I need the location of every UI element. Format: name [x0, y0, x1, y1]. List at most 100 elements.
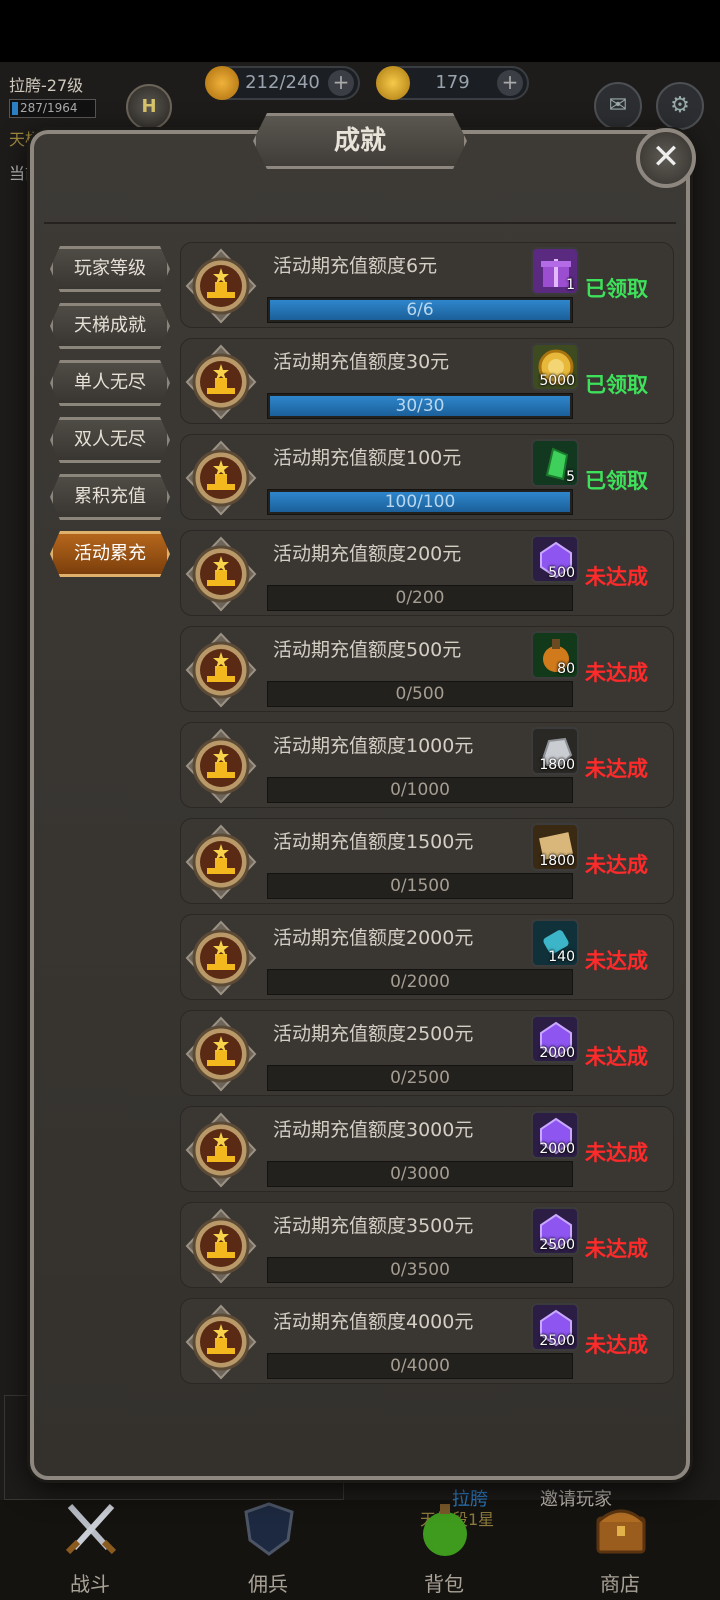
achievement-title: 活动期充值额度6元 [273, 255, 438, 277]
achievement-row: 活动期充值额度100元 100/100 5 已领取 [180, 434, 674, 520]
shield-icon [244, 1502, 294, 1556]
achievement-title: 活动期充值额度1500元 [273, 831, 474, 853]
not-achieved-status: 未达成 [585, 1045, 648, 1069]
progress-text: 0/3500 [390, 1260, 450, 1280]
category-tab-4[interactable]: 累积充值 [50, 474, 170, 520]
rank-badge[interactable]: H [126, 84, 172, 130]
treasure-chest-icon [596, 1509, 646, 1554]
not-achieved-status: 未达成 [585, 853, 648, 877]
purple-gem-icon[interactable]: 2500 [531, 1303, 579, 1351]
trophy-medal-icon [185, 728, 257, 804]
potion-icon[interactable]: 80 [531, 631, 579, 679]
category-tab-2[interactable]: 单人无尽 [50, 360, 170, 406]
reward-count: 1800 [539, 853, 575, 869]
reward-count: 5000 [539, 373, 575, 389]
achievement-row: 活动期充值额度6元 6/6 1 已领取 [180, 242, 674, 328]
purple-gift-icon[interactable]: 1 [531, 247, 579, 295]
progress-bar: 0/500 [267, 681, 573, 707]
green-crystal-icon[interactable]: 5 [531, 439, 579, 487]
claimed-status: 已领取 [585, 469, 648, 493]
mail-icon[interactable]: ✉ [594, 82, 642, 130]
achievement-row: 活动期充值额度1000元 0/1000 1800 未达成 [180, 722, 674, 808]
reward-count: 2500 [539, 1333, 575, 1349]
progress-text: 0/200 [395, 588, 445, 608]
category-tab-3[interactable]: 双人无尽 [50, 417, 170, 463]
trophy-medal-icon [185, 1016, 257, 1092]
progress-bar: 0/200 [267, 585, 573, 611]
purple-gem-icon[interactable]: 2000 [531, 1111, 579, 1159]
achievement-title: 活动期充值额度3500元 [273, 1215, 474, 1237]
potion-flask-icon [423, 1504, 467, 1556]
progress-bar: 0/4000 [267, 1353, 573, 1379]
nav-mercenary-label: 佣兵 [248, 1572, 288, 1596]
reward-count: 2000 [539, 1141, 575, 1157]
gold-counter: 179 + [376, 66, 529, 100]
trophy-medal-icon [185, 1304, 257, 1380]
not-achieved-status: 未达成 [585, 1333, 648, 1357]
claimed-status: 已领取 [585, 373, 648, 397]
reward-count: 1 [566, 277, 575, 293]
purple-gem-icon[interactable]: 2000 [531, 1015, 579, 1063]
achievement-list: 活动期充值额度6元 6/6 1 已领取 活动期充值额度30元 30/30 5000 已领取 活动… [180, 242, 674, 1412]
purple-gem-icon[interactable]: 500 [531, 535, 579, 583]
progress-bar: 0/3000 [267, 1161, 573, 1187]
energy-counter: 212/240 + [205, 66, 360, 100]
achievement-title: 活动期充值额度1000元 [273, 735, 474, 757]
progress-text: 30/30 [395, 396, 445, 416]
achievement-row: 活动期充值额度2500元 0/2500 2000 未达成 [180, 1010, 674, 1096]
achievement-title: 活动期充值额度30元 [273, 351, 450, 373]
nav-mercenary[interactable]: 佣兵 [218, 1500, 318, 1600]
energy-value: 212/240 [245, 72, 320, 93]
silver-ore-icon[interactable]: 1800 [531, 727, 579, 775]
progress-text: 0/3000 [390, 1164, 450, 1184]
not-achieved-status: 未达成 [585, 1141, 648, 1165]
progress-text: 0/1500 [390, 876, 450, 896]
add-gold-button[interactable]: + [497, 70, 523, 96]
not-achieved-status: 未达成 [585, 949, 648, 973]
trophy-medal-icon [185, 920, 257, 996]
achievement-row: 活动期充值额度1500元 0/1500 1800 未达成 [180, 818, 674, 904]
category-tab-0[interactable]: 玩家等级 [50, 246, 170, 292]
progress-bar: 0/1000 [267, 777, 573, 803]
category-tab-1[interactable]: 天梯成就 [50, 303, 170, 349]
lightning-icon [205, 66, 239, 100]
not-achieved-status: 未达成 [585, 1237, 648, 1261]
gold-coin-icon[interactable]: 5000 [531, 343, 579, 391]
progress-bar: 0/1500 [267, 873, 573, 899]
nav-battle[interactable]: 战斗 [40, 1500, 140, 1600]
blue-crystal-icon[interactable]: 140 [531, 919, 579, 967]
achievement-title: 活动期充值额度200元 [273, 543, 462, 565]
crossed-swords-icon [65, 1503, 117, 1555]
scroll-icon[interactable]: 1800 [531, 823, 579, 871]
nav-backpack[interactable]: 背包 [394, 1500, 494, 1600]
nav-shop[interactable]: 商店 [570, 1500, 670, 1600]
trophy-medal-icon [185, 536, 257, 612]
achievement-title: 活动期充值额度2500元 [273, 1023, 474, 1045]
not-achieved-status: 未达成 [585, 565, 648, 589]
nav-backpack-label: 背包 [424, 1572, 464, 1596]
purple-gem-icon[interactable]: 2500 [531, 1207, 579, 1255]
not-achieved-status: 未达成 [585, 661, 648, 685]
category-tab-5[interactable]: 活动累充 [50, 531, 170, 577]
settings-gear-icon[interactable]: ⚙ [656, 82, 704, 130]
gold-value: 179 [435, 72, 470, 93]
progress-bar: 0/2000 [267, 969, 573, 995]
progress-bar: 0/2500 [267, 1065, 573, 1091]
reward-count: 2000 [539, 1045, 575, 1061]
progress-bar: 100/100 [267, 489, 573, 515]
gold-coin-icon [376, 66, 410, 100]
close-button[interactable]: ✕ [636, 128, 696, 188]
achievement-title: 活动期充值额度500元 [273, 639, 462, 661]
achievement-title: 活动期充值额度4000元 [273, 1311, 474, 1333]
trophy-medal-icon [185, 632, 257, 708]
reward-count: 1800 [539, 757, 575, 773]
achievement-row: 活动期充值额度2000元 0/2000 140 未达成 [180, 914, 674, 1000]
achievement-row: 活动期充值额度4000元 0/4000 2500 未达成 [180, 1298, 674, 1384]
nav-shop-label: 商店 [600, 1572, 640, 1596]
achievement-row: 活动期充值额度500元 0/500 80 未达成 [180, 626, 674, 712]
add-energy-button[interactable]: + [328, 70, 354, 96]
nav-battle-label: 战斗 [70, 1572, 110, 1596]
progress-bar: 6/6 [267, 297, 573, 323]
achievement-row: 活动期充值额度30元 30/30 5000 已领取 [180, 338, 674, 424]
trophy-medal-icon [185, 248, 257, 324]
